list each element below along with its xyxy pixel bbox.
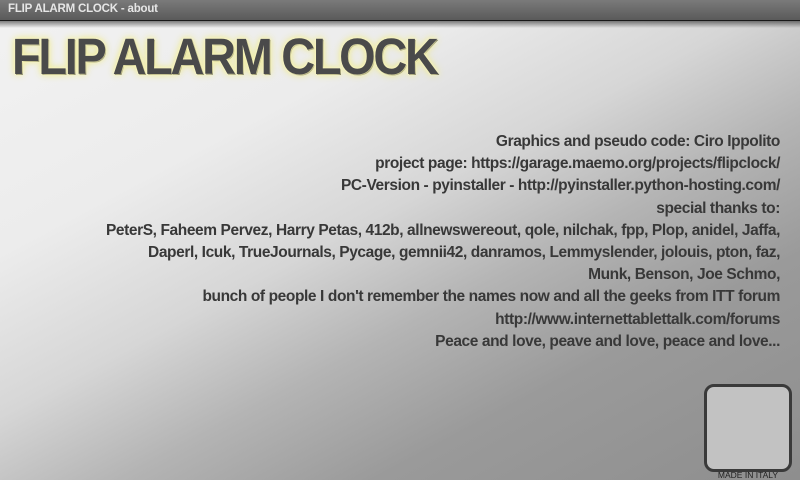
credits-line: PC-Version - pyinstaller - http://pyinst… <box>340 177 780 195</box>
window-title: FLIP ALARM CLOCK - about <box>8 3 158 15</box>
credits-line: Graphics and pseudo code: Ciro Ippolito <box>495 133 780 150</box>
credits-line: Daperl, Icuk, TrueJournals, Pycage, gemn… <box>148 244 780 262</box>
credits-line: project page: https://garage.maemo.org/p… <box>375 155 780 173</box>
credits-line: PeterS, Faheem Pervez, Harry Petas, 412b… <box>105 221 780 239</box>
credits-line: Munk, Benson, Joe Schmo, <box>588 266 780 284</box>
credits-line: special thanks to: <box>656 199 780 217</box>
made-in-italy-badge[interactable] <box>704 384 792 472</box>
credits-line: bunch of people I don't remember the nam… <box>202 288 780 306</box>
made-in-italy-label: MADE IN ITALY <box>717 470 779 480</box>
title-bar: FLIP ALARM CLOCK - about <box>0 0 800 21</box>
credits-text: Graphics and pseudo code: Ciro Ippolito … <box>20 131 780 353</box>
app-title: FLIP ALARM CLOCK <box>12 28 439 85</box>
credits-line: http://www.internettablettalk.com/forums <box>495 310 780 328</box>
credits-line: Peace and love, peave and love, peace an… <box>435 332 780 350</box>
